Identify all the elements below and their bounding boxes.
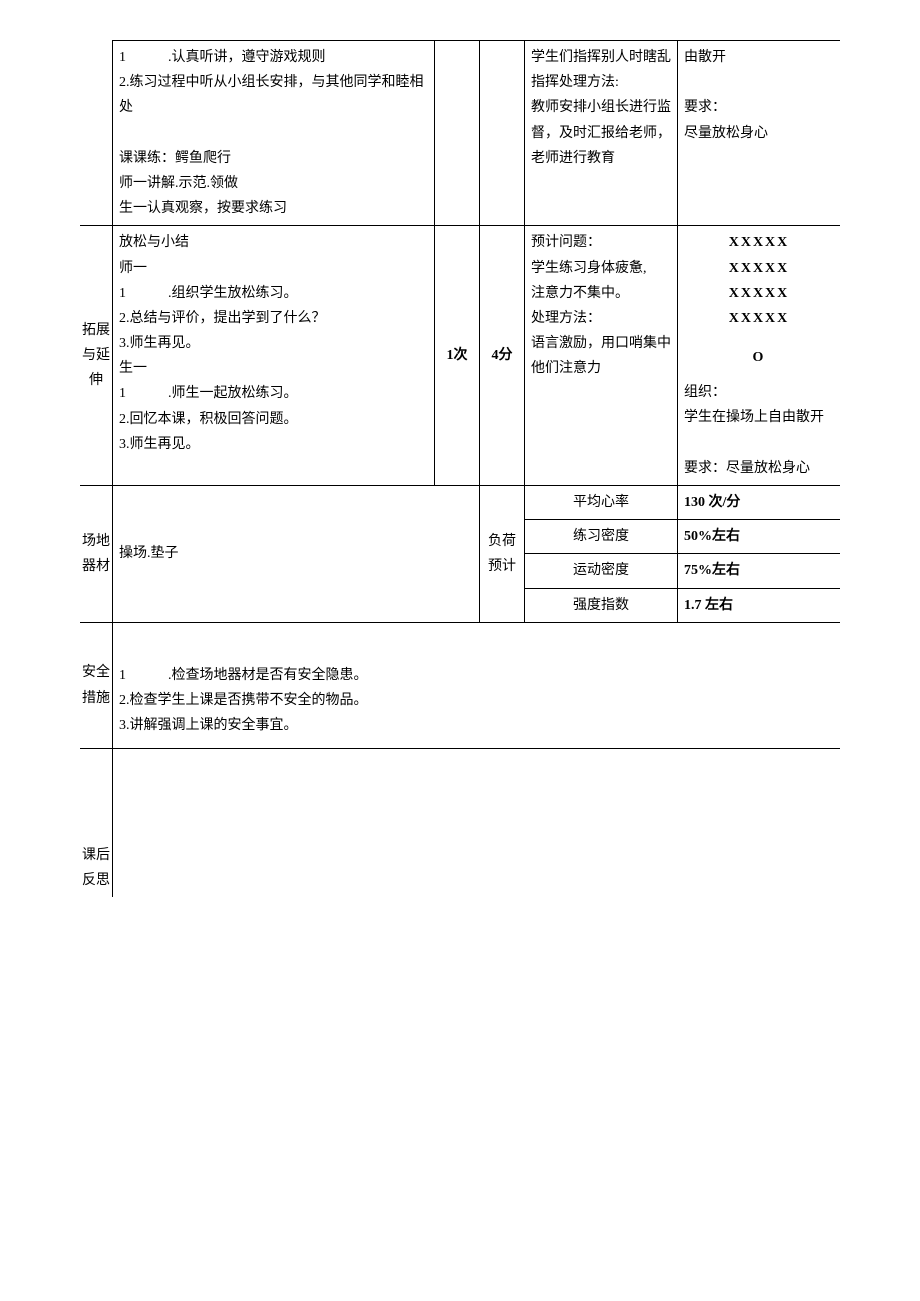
- row1-count: [435, 41, 480, 226]
- row1-content: 1 .认真听讲，遵守游戏规则 2.练习过程中听从小组长安排，与其他同学和睦相处 …: [113, 41, 435, 226]
- diagram-line: XXXXX: [684, 256, 834, 281]
- row2-count: 1次: [435, 226, 480, 486]
- diagram-line: XXXXX: [684, 281, 834, 306]
- lesson-plan-table: 1 .认真听讲，遵守游戏规则 2.练习过程中听从小组长安排，与其他同学和睦相处 …: [80, 40, 840, 897]
- metric-value-0: 130 次/分: [678, 486, 841, 520]
- row2-min: 4分: [480, 226, 525, 486]
- row1-problem: 学生们指挥别人时瞎乱指挥处理方法: 教师安排小组长进行监督，及时汇报给老师，老师…: [525, 41, 678, 226]
- metric-label-1: 练习密度: [525, 520, 678, 554]
- metric-value-1: 50%左右: [678, 520, 841, 554]
- row2-label: 拓展与延伸: [80, 226, 113, 486]
- metric-label-3: 强度指数: [525, 588, 678, 622]
- diagram-line: O: [684, 345, 834, 370]
- row1-min: [480, 41, 525, 226]
- row2-org-text: 组织： 学生在操场上自由散开 要求：尽量放松身心: [684, 380, 834, 481]
- row2-content: 放松与小结 师一 1 .组织学生放松练习。 2.总结与评价，提出学到了什么？ 3…: [113, 226, 435, 486]
- row5-label: 课后反思: [80, 749, 113, 898]
- row2-problem: 预计问题： 学生练习身体疲惫, 注意力不集中。 处理方法： 语言激励，用口哨集中…: [525, 226, 678, 486]
- row1-label-placeholder: [80, 41, 113, 226]
- row1-org: 由散开 要求： 尽量放松身心: [678, 41, 841, 226]
- metric-label-0: 平均心率: [525, 486, 678, 520]
- metric-value-2: 75%左右: [678, 554, 841, 588]
- row3-label: 场地器材: [80, 486, 113, 623]
- metric-label-2: 运动密度: [525, 554, 678, 588]
- diagram-line: XXXXX: [684, 230, 834, 255]
- load-label: 负荷预计: [480, 486, 525, 623]
- metric-value-3: 1.7 左右: [678, 588, 841, 622]
- row5-content: [113, 749, 841, 898]
- formation-diagram: XXXXX XXXXX XXXXX XXXXX O: [684, 230, 834, 370]
- row4-content: 1 .检查场地器材是否有安全隐患。 2.检查学生上课是否携带不安全的物品。 3.…: [113, 622, 841, 749]
- diagram-gap: [684, 331, 834, 345]
- row4-label: 安全措施: [80, 622, 113, 749]
- row2-org: XXXXX XXXXX XXXXX XXXXX O 组织： 学生在操场上自由散开…: [678, 226, 841, 486]
- row3-content: 操场.垫子: [113, 486, 480, 623]
- diagram-line: XXXXX: [684, 306, 834, 331]
